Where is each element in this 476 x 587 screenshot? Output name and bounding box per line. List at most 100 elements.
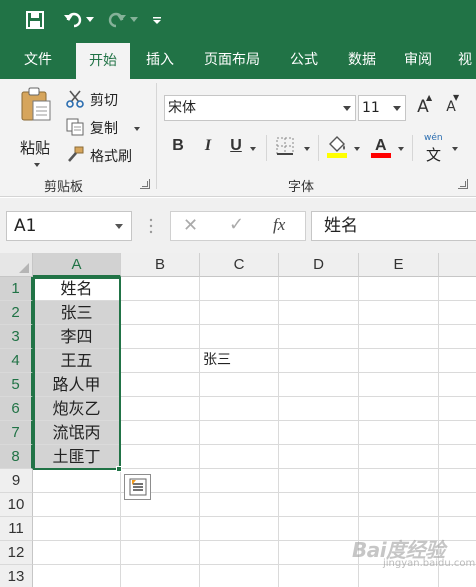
fill-color-dropdown-icon[interactable] bbox=[354, 147, 360, 151]
cell-a6[interactable]: 炮灰乙 bbox=[33, 397, 121, 421]
tab-page-layout[interactable]: 页面布局 bbox=[194, 41, 270, 79]
column-header-e[interactable]: E bbox=[359, 253, 439, 277]
cell-c13[interactable] bbox=[200, 565, 279, 587]
cell-b1[interactable] bbox=[121, 277, 200, 301]
undo-icon[interactable] bbox=[60, 8, 86, 32]
paste-button[interactable]: 粘贴 bbox=[16, 85, 56, 167]
cell-f8[interactable] bbox=[439, 445, 476, 469]
cell-a11[interactable] bbox=[33, 517, 121, 541]
cell-b4[interactable] bbox=[121, 349, 200, 373]
row-header-4[interactable]: 4 bbox=[0, 349, 33, 373]
cell-a2[interactable]: 张三 bbox=[33, 301, 121, 325]
row-header-13[interactable]: 13 bbox=[0, 565, 33, 587]
cell-a9[interactable] bbox=[33, 469, 121, 493]
row-header-5[interactable]: 5 bbox=[0, 373, 33, 397]
tab-data[interactable]: 数据 bbox=[336, 41, 388, 79]
name-box[interactable]: A1 bbox=[6, 211, 132, 241]
redo-icon[interactable] bbox=[104, 8, 130, 32]
cell-f1[interactable] bbox=[439, 277, 476, 301]
cell-e5[interactable] bbox=[359, 373, 439, 397]
fill-handle[interactable] bbox=[116, 466, 122, 472]
cell-a12[interactable] bbox=[33, 541, 121, 565]
select-all-button[interactable] bbox=[0, 253, 33, 277]
font-color-dropdown-icon[interactable] bbox=[398, 147, 404, 151]
cell-f5[interactable] bbox=[439, 373, 476, 397]
resize-handle-icon[interactable] bbox=[148, 217, 154, 235]
cell-c4[interactable]: 张三 bbox=[200, 349, 279, 373]
shrink-font-button[interactable]: A ▼ bbox=[442, 93, 460, 115]
underline-dropdown-icon[interactable] bbox=[250, 147, 256, 151]
column-header-d[interactable]: D bbox=[279, 253, 359, 277]
cell-b13[interactable] bbox=[121, 565, 200, 587]
cell-b5[interactable] bbox=[121, 373, 200, 397]
quick-analysis-button[interactable] bbox=[124, 474, 151, 500]
column-header-f[interactable] bbox=[439, 253, 476, 277]
tab-review[interactable]: 审阅 bbox=[392, 41, 444, 79]
tab-home[interactable]: 开始 bbox=[76, 43, 130, 79]
cell-a4[interactable]: 王五 bbox=[33, 349, 121, 373]
row-header-9[interactable]: 9 bbox=[0, 469, 33, 493]
cell-b12[interactable] bbox=[121, 541, 200, 565]
row-header-6[interactable]: 6 bbox=[0, 397, 33, 421]
font-name-select[interactable]: 宋体 bbox=[164, 95, 356, 121]
redo-dropdown-icon[interactable] bbox=[130, 8, 138, 32]
cell-b3[interactable] bbox=[121, 325, 200, 349]
italic-button[interactable]: I bbox=[198, 137, 218, 155]
cell-e10[interactable] bbox=[359, 493, 439, 517]
row-header-11[interactable]: 11 bbox=[0, 517, 33, 541]
cell-c1[interactable] bbox=[200, 277, 279, 301]
borders-button[interactable] bbox=[276, 137, 296, 157]
cell-c8[interactable] bbox=[200, 445, 279, 469]
row-header-8[interactable]: 8 bbox=[0, 445, 33, 469]
copy-button[interactable]: 复制 bbox=[66, 117, 142, 139]
cell-d9[interactable] bbox=[279, 469, 359, 493]
tab-file[interactable]: 文件 bbox=[10, 41, 66, 79]
cell-c3[interactable] bbox=[200, 325, 279, 349]
clipboard-launcher-icon[interactable] bbox=[140, 179, 150, 189]
cell-f10[interactable] bbox=[439, 493, 476, 517]
cell-c10[interactable] bbox=[200, 493, 279, 517]
font-color-button[interactable]: A bbox=[370, 135, 394, 159]
column-header-b[interactable]: B bbox=[121, 253, 200, 277]
cell-f2[interactable] bbox=[439, 301, 476, 325]
cell-a8[interactable]: 土匪丁 bbox=[33, 445, 121, 469]
cell-d8[interactable] bbox=[279, 445, 359, 469]
row-header-7[interactable]: 7 bbox=[0, 421, 33, 445]
cell-d10[interactable] bbox=[279, 493, 359, 517]
cell-d4[interactable] bbox=[279, 349, 359, 373]
row-header-12[interactable]: 12 bbox=[0, 541, 33, 565]
cell-f6[interactable] bbox=[439, 397, 476, 421]
cell-e8[interactable] bbox=[359, 445, 439, 469]
cell-b7[interactable] bbox=[121, 421, 200, 445]
cell-d3[interactable] bbox=[279, 325, 359, 349]
grow-font-button[interactable]: A ▲ bbox=[414, 93, 432, 117]
cell-d13[interactable] bbox=[279, 565, 359, 587]
cell-a10[interactable] bbox=[33, 493, 121, 517]
cell-e1[interactable] bbox=[359, 277, 439, 301]
cell-f9[interactable] bbox=[439, 469, 476, 493]
row-header-2[interactable]: 2 bbox=[0, 301, 33, 325]
enter-icon[interactable]: ✓ bbox=[229, 214, 244, 235]
cell-d5[interactable] bbox=[279, 373, 359, 397]
cell-e7[interactable] bbox=[359, 421, 439, 445]
cell-f4[interactable] bbox=[439, 349, 476, 373]
formula-input[interactable]: 姓名 bbox=[311, 211, 476, 241]
tab-formulas[interactable]: 公式 bbox=[278, 41, 330, 79]
row-header-1[interactable]: 1 bbox=[0, 277, 33, 301]
cell-b8[interactable] bbox=[121, 445, 200, 469]
save-icon[interactable] bbox=[24, 8, 46, 32]
insert-function-button[interactable]: fx bbox=[273, 215, 285, 235]
cell-b2[interactable] bbox=[121, 301, 200, 325]
cell-c5[interactable] bbox=[200, 373, 279, 397]
row-header-3[interactable]: 3 bbox=[0, 325, 33, 349]
cell-e3[interactable] bbox=[359, 325, 439, 349]
cell-a13[interactable] bbox=[33, 565, 121, 587]
cell-e4[interactable] bbox=[359, 349, 439, 373]
cell-f3[interactable] bbox=[439, 325, 476, 349]
cell-d6[interactable] bbox=[279, 397, 359, 421]
cell-a3[interactable]: 李四 bbox=[33, 325, 121, 349]
cell-d2[interactable] bbox=[279, 301, 359, 325]
cell-d1[interactable] bbox=[279, 277, 359, 301]
tab-insert[interactable]: 插入 bbox=[134, 41, 186, 79]
format-painter-button[interactable]: 格式刷 bbox=[66, 145, 140, 167]
